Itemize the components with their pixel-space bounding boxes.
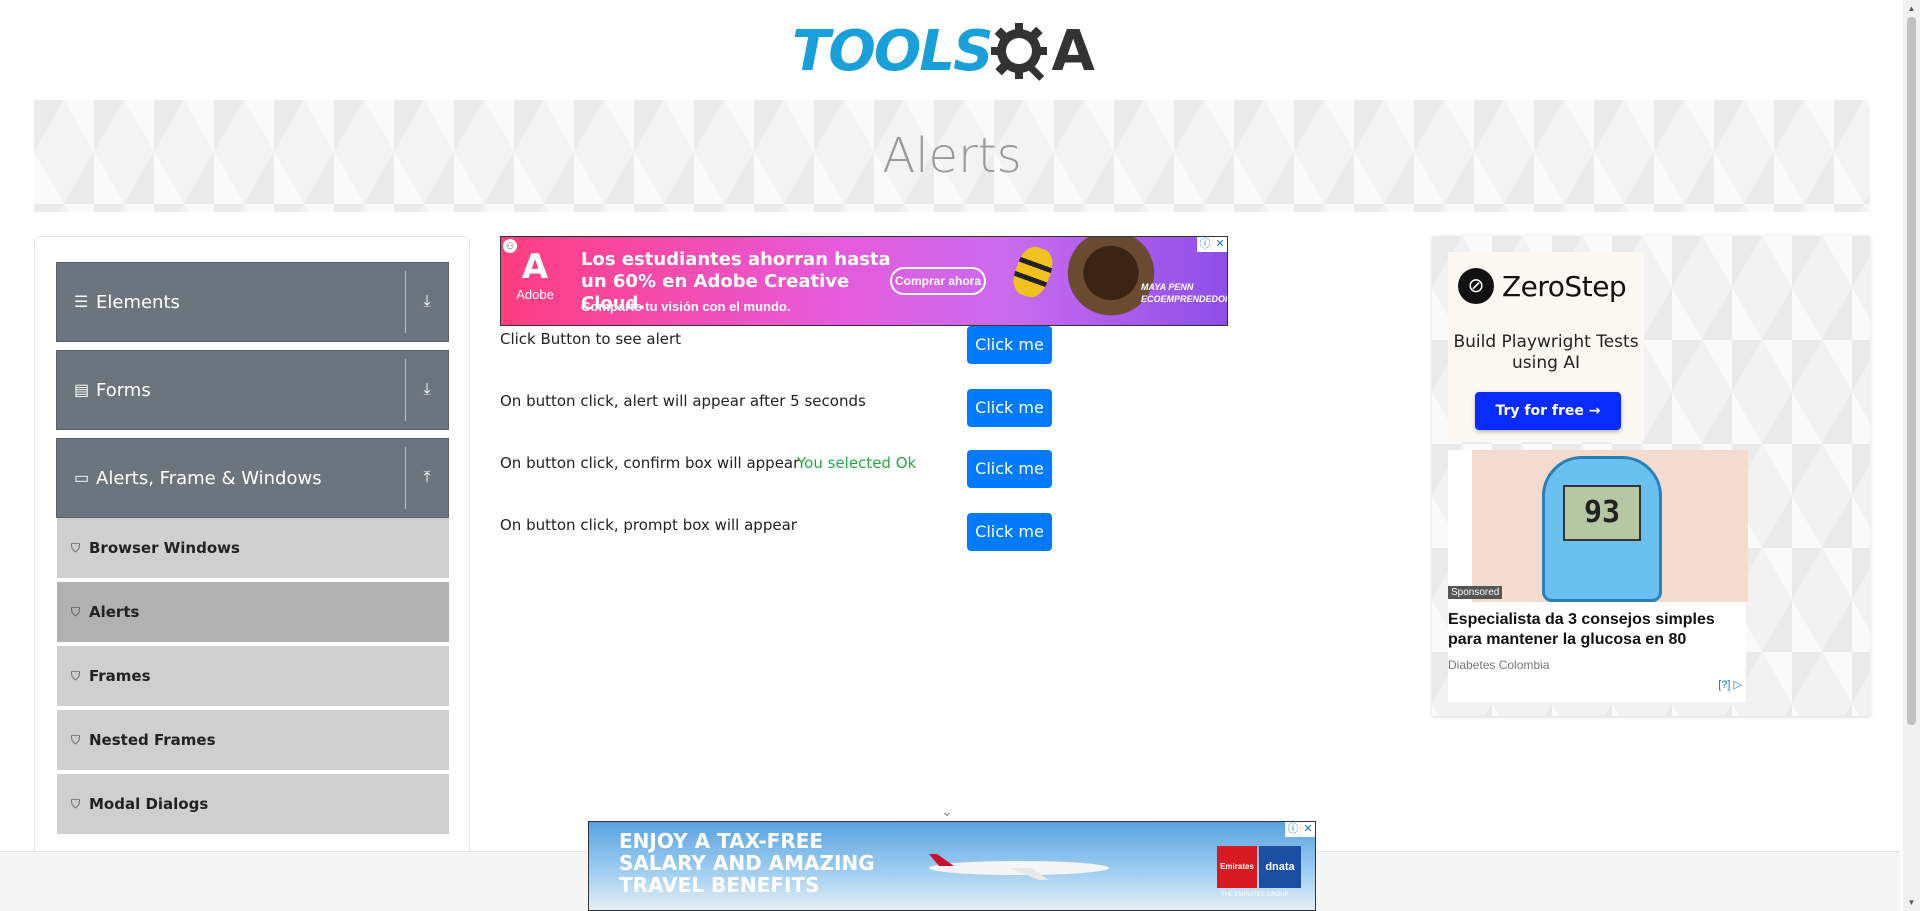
adobe-logo: A Adobe <box>511 247 559 317</box>
toolsqa-logo[interactable]: TOOLS A <box>792 14 1114 90</box>
sidebar: ☰ Elements ⤓ ▤ Forms ⤓ ▭ Alerts, Frame &… <box>34 236 470 911</box>
html5-icon: ⛉ <box>71 732 81 747</box>
emirates-logo: Emirates <box>1217 846 1257 888</box>
ad-info-icon[interactable]: ⓘ <box>1197 237 1212 252</box>
adchoices-label: [?] <box>1718 679 1731 691</box>
ad-line: TRAVEL BENEFITS <box>619 873 820 897</box>
ad-info-icon[interactable]: ⓘ <box>1285 822 1300 837</box>
alert-description: On button click, confirm box will appear <box>500 454 800 472</box>
alert-row-confirm: On button click, confirm box will appear… <box>500 450 1060 494</box>
try-for-free-button[interactable]: Try for free → <box>1475 392 1621 430</box>
html5-icon: ⛉ <box>71 540 81 555</box>
html5-icon: ⛉ <box>71 796 81 811</box>
zerostep-ad[interactable]: ⊘ ZeroStep Build Playwright Tests using … <box>1448 252 1644 442</box>
hamburger-icon: ☰ <box>74 294 89 311</box>
dnata-logo: dnata <box>1259 846 1301 888</box>
sidebar-item-label: Browser Windows <box>89 539 240 557</box>
download-arrow-icon: ⤓ <box>423 381 431 398</box>
alert-description: Click Button to see alert <box>500 330 682 348</box>
ad-credit-role: ECOEMPRENDEDORA <box>1141 294 1227 304</box>
gear-magnifier-icon <box>991 23 1049 81</box>
alert-row-prompt: On button click, prompt box will appear … <box>500 513 1060 556</box>
vertical-scrollbar[interactable]: ▲ ▼ <box>1903 0 1920 911</box>
zerostep-name: ZeroStep <box>1502 269 1627 303</box>
sidebar-item-label: Frames <box>89 667 151 685</box>
sidebar-group-alerts-frame-windows[interactable]: ▭ Alerts, Frame & Windows ⤒ <box>56 438 449 518</box>
scroll-up-icon[interactable]: ▲ <box>1903 0 1920 17</box>
html5-icon: ⛉ <box>71 604 81 619</box>
bee-illustration <box>1008 242 1058 302</box>
upload-arrow-icon: ⤒ <box>423 469 431 486</box>
emirates-ad-banner[interactable]: ENJOY A TAX-FREE SALARY AND AMAZING TRAV… <box>588 821 1316 911</box>
sidebar-item-browser-windows[interactable]: ⛉ Browser Windows <box>57 518 449 580</box>
scroll-thumb[interactable] <box>1907 17 1916 725</box>
confirm-result: You selected Ok <box>797 454 917 472</box>
ad-credit-name: MAYA PENN <box>1141 282 1194 292</box>
adobe-brand-name: Adobe <box>516 287 554 302</box>
sidebar-item-label: Modal Dialogs <box>89 795 209 813</box>
airplane-illustration <box>929 854 1109 880</box>
ad-close-icon[interactable]: ✕ <box>1300 822 1315 837</box>
adchoices-icon[interactable]: [?] ▷ <box>1718 678 1742 691</box>
page-header-banner: Alerts <box>34 100 1870 212</box>
sidebar-group-label: Forms <box>96 379 151 401</box>
ad-credit: MAYA PENN ECOEMPRENDEDORA <box>1141 281 1227 305</box>
alert-description: On button click, prompt box will appear <box>500 516 797 534</box>
alert-row-timer: On button click, alert will appear after… <box>500 389 1060 432</box>
form-icon: ▤ <box>74 382 90 399</box>
sidebar-item-modal-dialogs[interactable]: ⛉ Modal Dialogs <box>57 774 449 836</box>
meter-reading: 93 <box>1563 485 1641 541</box>
download-arrow-icon: ⤓ <box>423 293 431 310</box>
ad-close-icon[interactable]: ✕ <box>1212 237 1227 252</box>
sidebar-item-frames[interactable]: ⛉ Frames <box>57 646 449 708</box>
scroll-down-icon[interactable]: ▼ <box>1903 894 1920 911</box>
adobe-a-icon: A <box>521 247 549 287</box>
adobe-ad-banner[interactable]: ⚇ A Adobe Los estudiantes ahorran hasta … <box>500 236 1228 326</box>
zerostep-logo: ⊘ ZeroStep <box>1458 268 1627 304</box>
sidebar-item-label: Alerts <box>89 603 140 621</box>
ad-title[interactable]: Especialista da 3 consejos simples para … <box>1448 610 1748 650</box>
sponsored-badge: Sponsored <box>1448 586 1503 599</box>
zerostep-tagline: Build Playwright Tests using AI <box>1453 332 1639 373</box>
ad-line: ENJOY A TAX-FREE <box>619 829 824 853</box>
sidebar-group-elements[interactable]: ☰ Elements ⤓ <box>56 262 449 342</box>
alert-description: On button click, alert will appear after… <box>500 392 866 410</box>
glucose-meter-device: 93 <box>1542 456 1662 602</box>
sidebar-item-nested-frames[interactable]: ⛉ Nested Frames <box>57 710 449 772</box>
sidebar-group-label: Alerts, Frame & Windows <box>96 467 322 489</box>
logo-qa-text: A <box>1051 19 1094 84</box>
emirates-ad-text: ENJOY A TAX-FREE SALARY AND AMAZING TRAV… <box>619 830 875 896</box>
ad-cta-button[interactable]: Comprar ahora <box>890 267 986 295</box>
timer-alert-button[interactable]: Click me <box>967 389 1052 427</box>
confirm-button[interactable]: Click me <box>967 450 1052 488</box>
logo-tools-text: TOOLS <box>792 19 993 84</box>
html5-icon: ⛉ <box>71 668 81 683</box>
sidebar-group-label: Elements <box>96 291 180 313</box>
prompt-button[interactable]: Click me <box>967 513 1052 551</box>
ad-line: SALARY AND AMAZING <box>619 851 875 875</box>
alert-button[interactable]: Click me <box>967 326 1052 364</box>
glucose-ad[interactable]: 93 Sponsored Especialista da 3 consejos … <box>1448 450 1748 702</box>
chevron-down-icon[interactable]: ⌄ <box>941 803 953 820</box>
sidebar-item-alerts[interactable]: ⛉ Alerts <box>57 582 449 644</box>
window-icon: ▭ <box>74 470 90 487</box>
ad-controls: ⓘ ✕ <box>1285 822 1315 837</box>
glucose-meter-image: 93 <box>1472 450 1748 602</box>
page-title: Alerts <box>882 128 1022 184</box>
emirates-group-label: THE EMIRATES GROUP <box>1221 892 1289 898</box>
sidebar-item-label: Nested Frames <box>89 731 216 749</box>
alert-row-simple: Click Button to see alert Click me <box>500 326 1060 370</box>
ad-controls: ⓘ ✕ <box>1197 237 1227 252</box>
ad-subtext: Comparte tu visión con el mundo. <box>581 299 791 314</box>
zerostep-mark-icon: ⊘ <box>1458 268 1494 304</box>
sidebar-group-forms[interactable]: ▤ Forms ⤓ <box>56 350 449 430</box>
ad-source: Diabetes Colombia <box>1448 658 1550 672</box>
right-ad-panel[interactable]: ⊘ ZeroStep Build Playwright Tests using … <box>1432 236 1870 716</box>
